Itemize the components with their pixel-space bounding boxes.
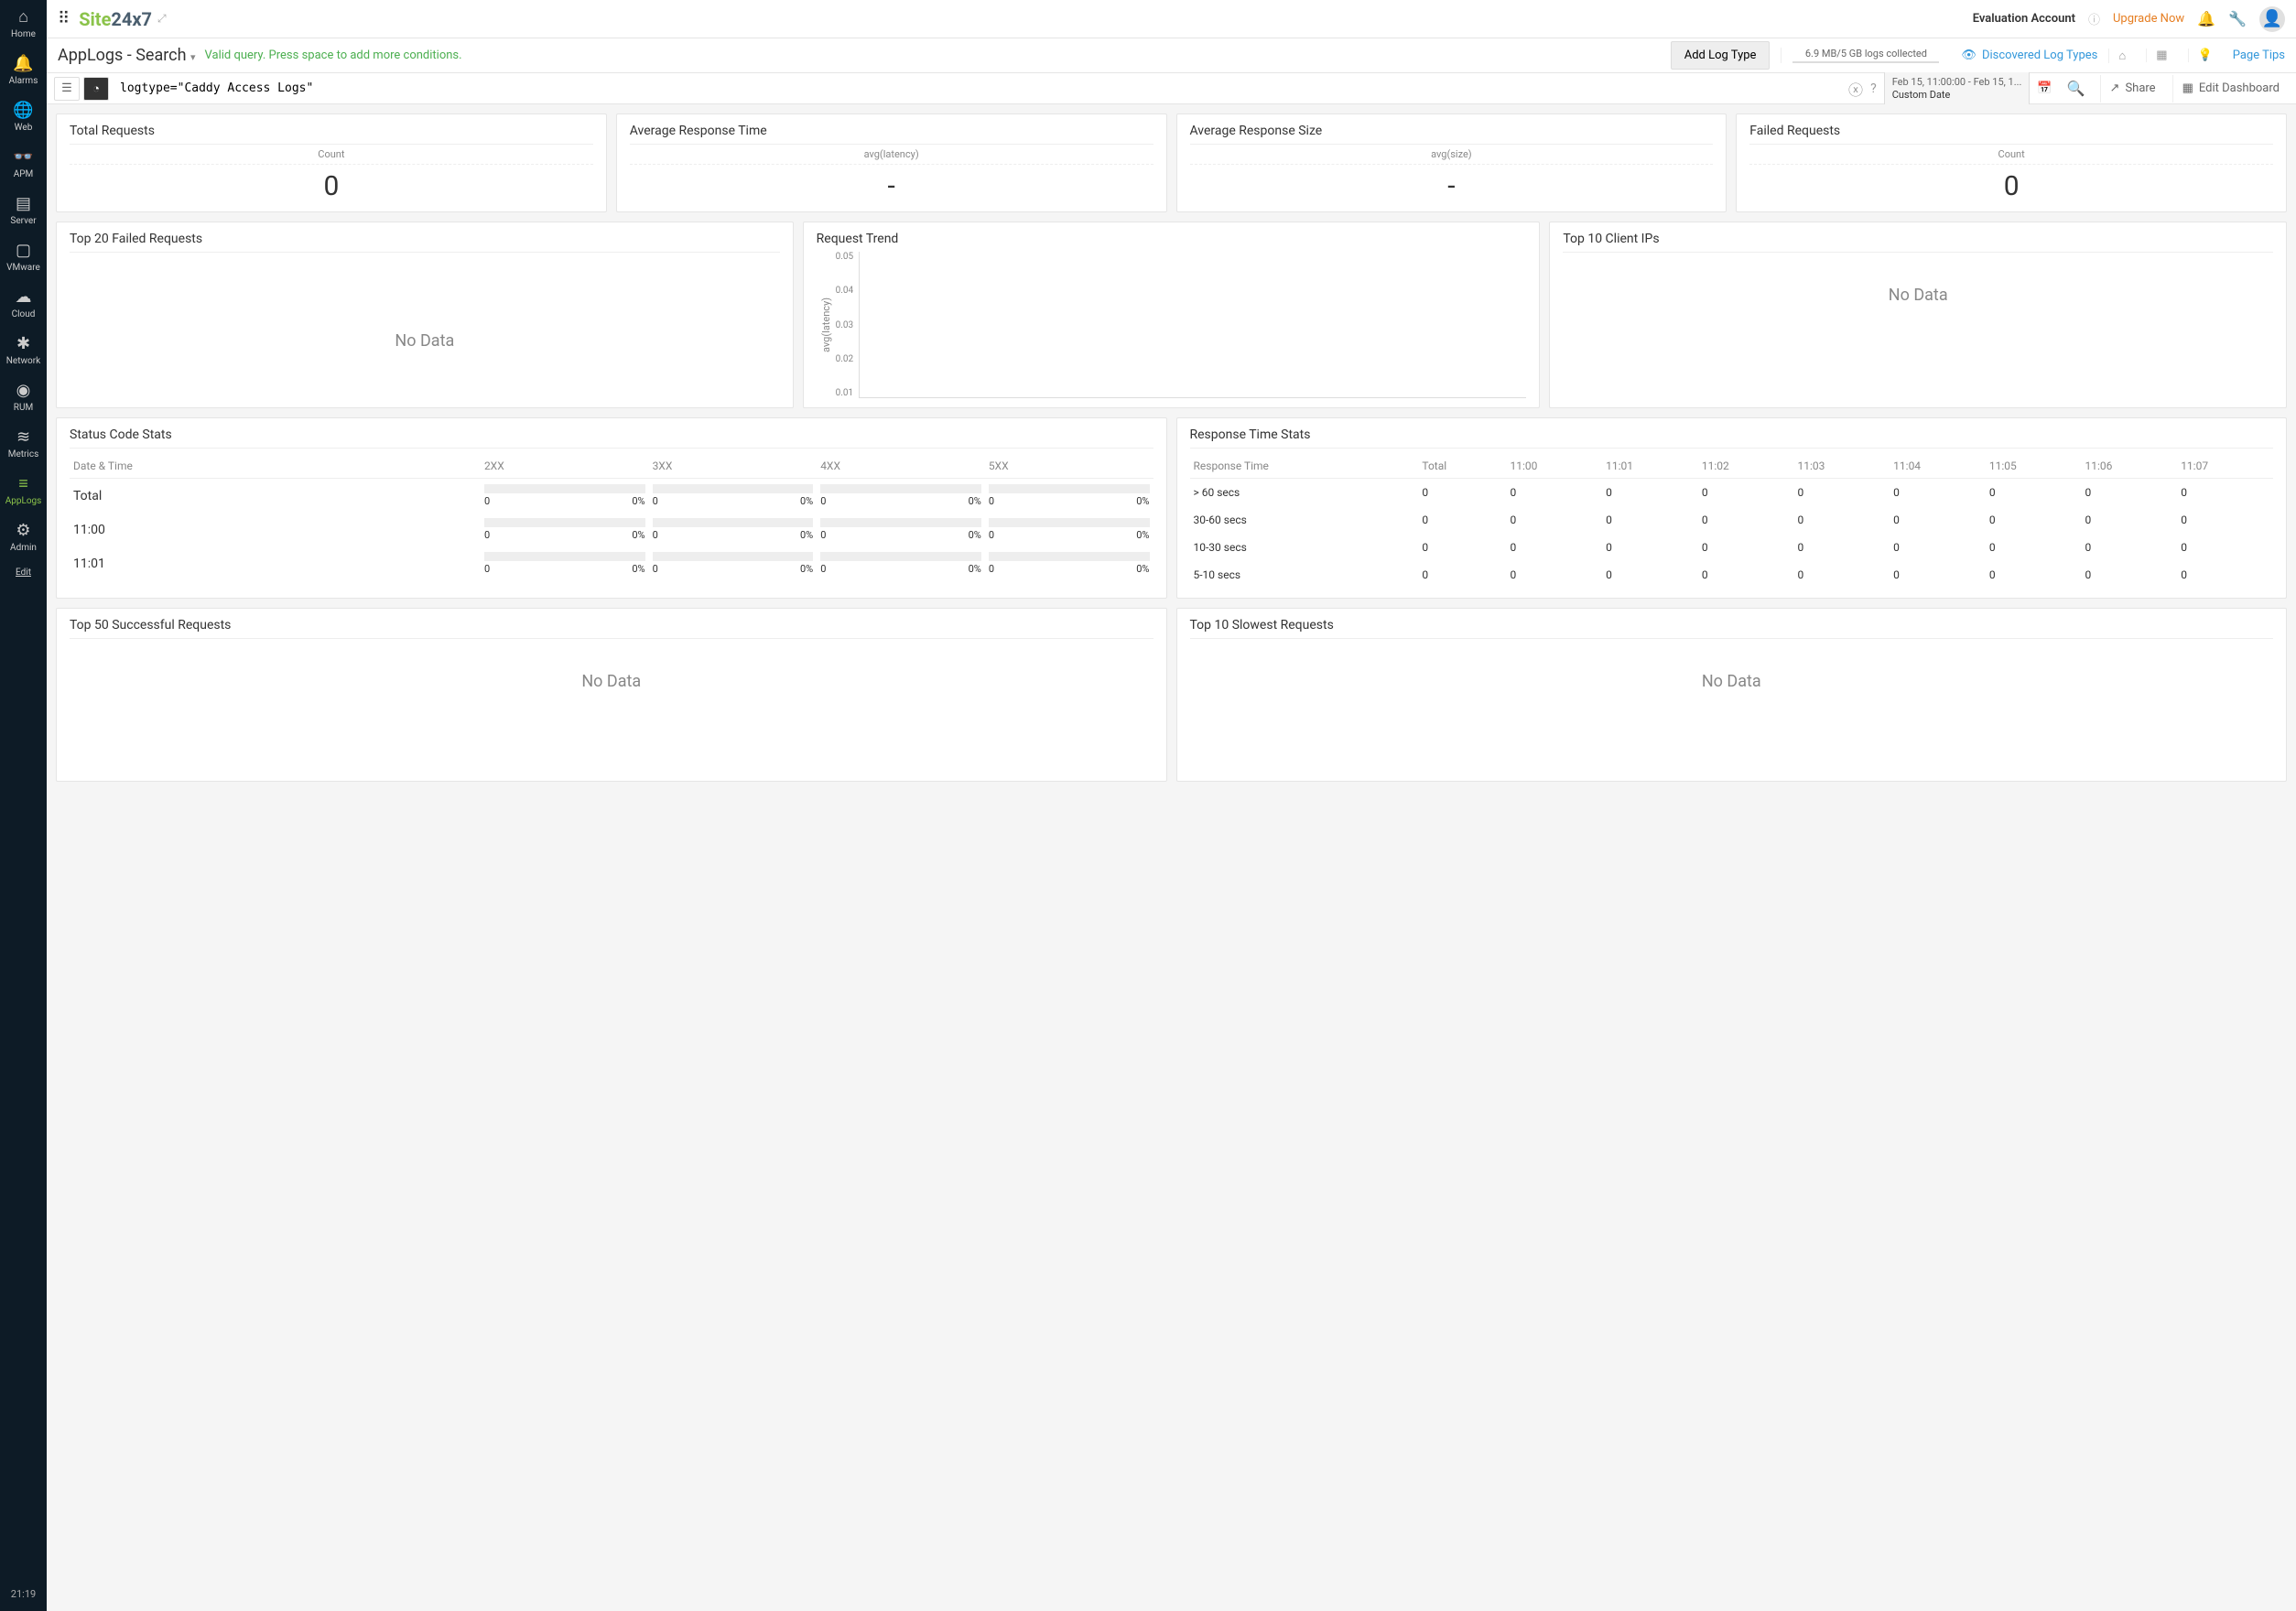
- kpi-card: Average Response Sizeavg(size)-: [1176, 114, 1727, 212]
- table-row: 5-10 secs000000000: [1190, 561, 2274, 589]
- page-title: AppLogs - Search ▾: [58, 46, 196, 65]
- metrics-icon: ≋: [5, 427, 42, 447]
- sidebar-item-cloud[interactable]: ☁Cloud: [5, 280, 42, 327]
- kpi-card: Failed RequestsCount0: [1736, 114, 2287, 212]
- query-input[interactable]: [113, 78, 1848, 99]
- table-row: > 60 secs000000000: [1190, 479, 2274, 507]
- add-log-type-button[interactable]: Add Log Type: [1671, 41, 1771, 70]
- grid-icon: ▦: [2182, 81, 2193, 95]
- sidebar-item-rum[interactable]: ◉RUM: [5, 373, 42, 420]
- no-data-label: No Data: [70, 258, 780, 378]
- search-icon[interactable]: 🔍: [2060, 80, 2093, 97]
- eye-icon: 👁: [1961, 49, 1977, 62]
- panel-response-time-stats: Response Time Stats Response TimeTotal11…: [1176, 417, 2288, 599]
- info-icon[interactable]: ⓘ: [2088, 10, 2100, 27]
- bell-icon[interactable]: 🔔: [2197, 10, 2215, 27]
- share-icon: ↗: [2110, 81, 2120, 95]
- sidebar-item-admin[interactable]: ⚙Admin: [5, 514, 42, 560]
- sidebar-item-server[interactable]: ▤Server: [5, 187, 42, 233]
- table-row: 10-30 secs000000000: [1190, 534, 2274, 561]
- panel-request-trend: Request Trend avg(latency) 0.050.040.030…: [803, 222, 1541, 408]
- expand-icon[interactable]: ⤢: [157, 12, 167, 26]
- sidebar-item-applogs[interactable]: ≡AppLogs: [5, 467, 42, 514]
- account-label: Evaluation Account: [1973, 12, 2075, 26]
- kpi-card: Total RequestsCount0: [56, 114, 607, 212]
- network-icon: ✱: [5, 334, 42, 353]
- date-range-picker[interactable]: Feb 15, 11:00:00 - Feb 15, 1... Custom D…: [1884, 72, 2031, 103]
- query-status: Valid query. Press space to add more con…: [205, 49, 462, 62]
- sidebar-item-network[interactable]: ✱Network: [5, 327, 42, 373]
- bulb-icon: 💡: [2188, 49, 2222, 62]
- server-icon: ▤: [5, 194, 42, 213]
- apm-icon: 👓: [5, 147, 42, 167]
- wrench-icon[interactable]: 🔧: [2228, 10, 2247, 27]
- no-data-label: No Data: [70, 644, 1153, 719]
- pie-view-button[interactable]: ◔: [83, 77, 109, 101]
- avatar[interactable]: 👤: [2259, 6, 2285, 32]
- vmware-icon: ▢: [5, 241, 42, 260]
- panel-status-code-stats: Status Code Stats Date & Time2XX3XX4XX5X…: [56, 417, 1167, 599]
- table-row: 11:0100%00%00%00%: [70, 546, 1153, 580]
- sidebar-item-apm[interactable]: 👓APM: [5, 140, 42, 187]
- no-data-label: No Data: [1190, 644, 2274, 719]
- sidebar-time: 21:19: [11, 1577, 36, 1611]
- panel-top-failed-requests: Top 20 Failed Requests No Data: [56, 222, 794, 408]
- help-icon[interactable]: ?: [1870, 81, 1877, 96]
- sidebar-edit[interactable]: Edit: [0, 560, 47, 585]
- sidebar-item-metrics[interactable]: ≋Metrics: [5, 420, 42, 467]
- logo[interactable]: Site24x7: [79, 8, 152, 30]
- sidebar-item-alarms[interactable]: 🔔Alarms: [5, 47, 42, 93]
- chart-icon[interactable]: ▦: [2146, 49, 2176, 62]
- panel-top-slowest-requests: Top 10 Slowest Requests No Data: [1176, 608, 2288, 782]
- dashboard: Total RequestsCount0Average Response Tim…: [47, 104, 2296, 1611]
- table-row: 11:0000%00%00%00%: [70, 513, 1153, 546]
- applogs-icon: ≡: [5, 474, 42, 493]
- discovered-log-types-link[interactable]: 👁 Discovered Log Types: [1961, 49, 2097, 62]
- admin-icon: ⚙: [5, 521, 42, 540]
- topbar: ⠿ Site24x7 ⤢ Evaluation Account ⓘ Upgrad…: [47, 0, 2296, 38]
- chart-plot: [859, 252, 1526, 398]
- cloud-icon: ☁: [5, 287, 42, 307]
- panel-top-successful-requests: Top 50 Successful Requests No Data: [56, 608, 1167, 782]
- share-button[interactable]: ↗ Share: [2100, 75, 2165, 103]
- home-small-icon[interactable]: ⌂: [2108, 49, 2135, 63]
- sidebar-item-vmware[interactable]: ▢VMware: [5, 233, 42, 280]
- sidebar: ⌂Home🔔Alarms🌐Web👓APM▤Server▢VMware☁Cloud…: [0, 0, 47, 1611]
- table-row: Total00%00%00%00%: [70, 479, 1153, 514]
- sidebar-item-home[interactable]: ⌂Home: [5, 0, 42, 47]
- kpi-card: Average Response Timeavg(latency)-: [616, 114, 1167, 212]
- panel-top-client-ips: Top 10 Client IPs No Data: [1549, 222, 2287, 408]
- sidebar-item-web[interactable]: 🌐Web: [5, 93, 42, 140]
- query-bar: ☰ ◔ ⓧ ? Feb 15, 11:00:00 - Feb 15, 1... …: [47, 73, 2296, 104]
- logs-collected: 6.9 MB/5 GB logs collected: [1781, 48, 1950, 63]
- table-row: 30-60 secs000000000: [1190, 506, 2274, 534]
- apps-grid-icon[interactable]: ⠿: [58, 9, 70, 28]
- chart-ylabel: avg(latency): [817, 252, 836, 398]
- edit-dashboard-button[interactable]: ▦ Edit Dashboard: [2172, 75, 2289, 103]
- alarms-icon: 🔔: [5, 54, 42, 73]
- list-view-button[interactable]: ☰: [54, 77, 80, 101]
- no-data-label: No Data: [1563, 258, 2273, 332]
- rum-icon: ◉: [5, 381, 42, 400]
- upgrade-link[interactable]: Upgrade Now: [2113, 12, 2184, 26]
- clear-icon[interactable]: ⓧ: [1848, 78, 1863, 100]
- page-header: AppLogs - Search ▾ Valid query. Press sp…: [47, 38, 2296, 73]
- page-tips-link[interactable]: Page Tips: [2233, 49, 2285, 62]
- calendar-icon[interactable]: 📅: [2037, 81, 2052, 95]
- web-icon: 🌐: [5, 101, 42, 120]
- home-icon: ⌂: [5, 7, 42, 27]
